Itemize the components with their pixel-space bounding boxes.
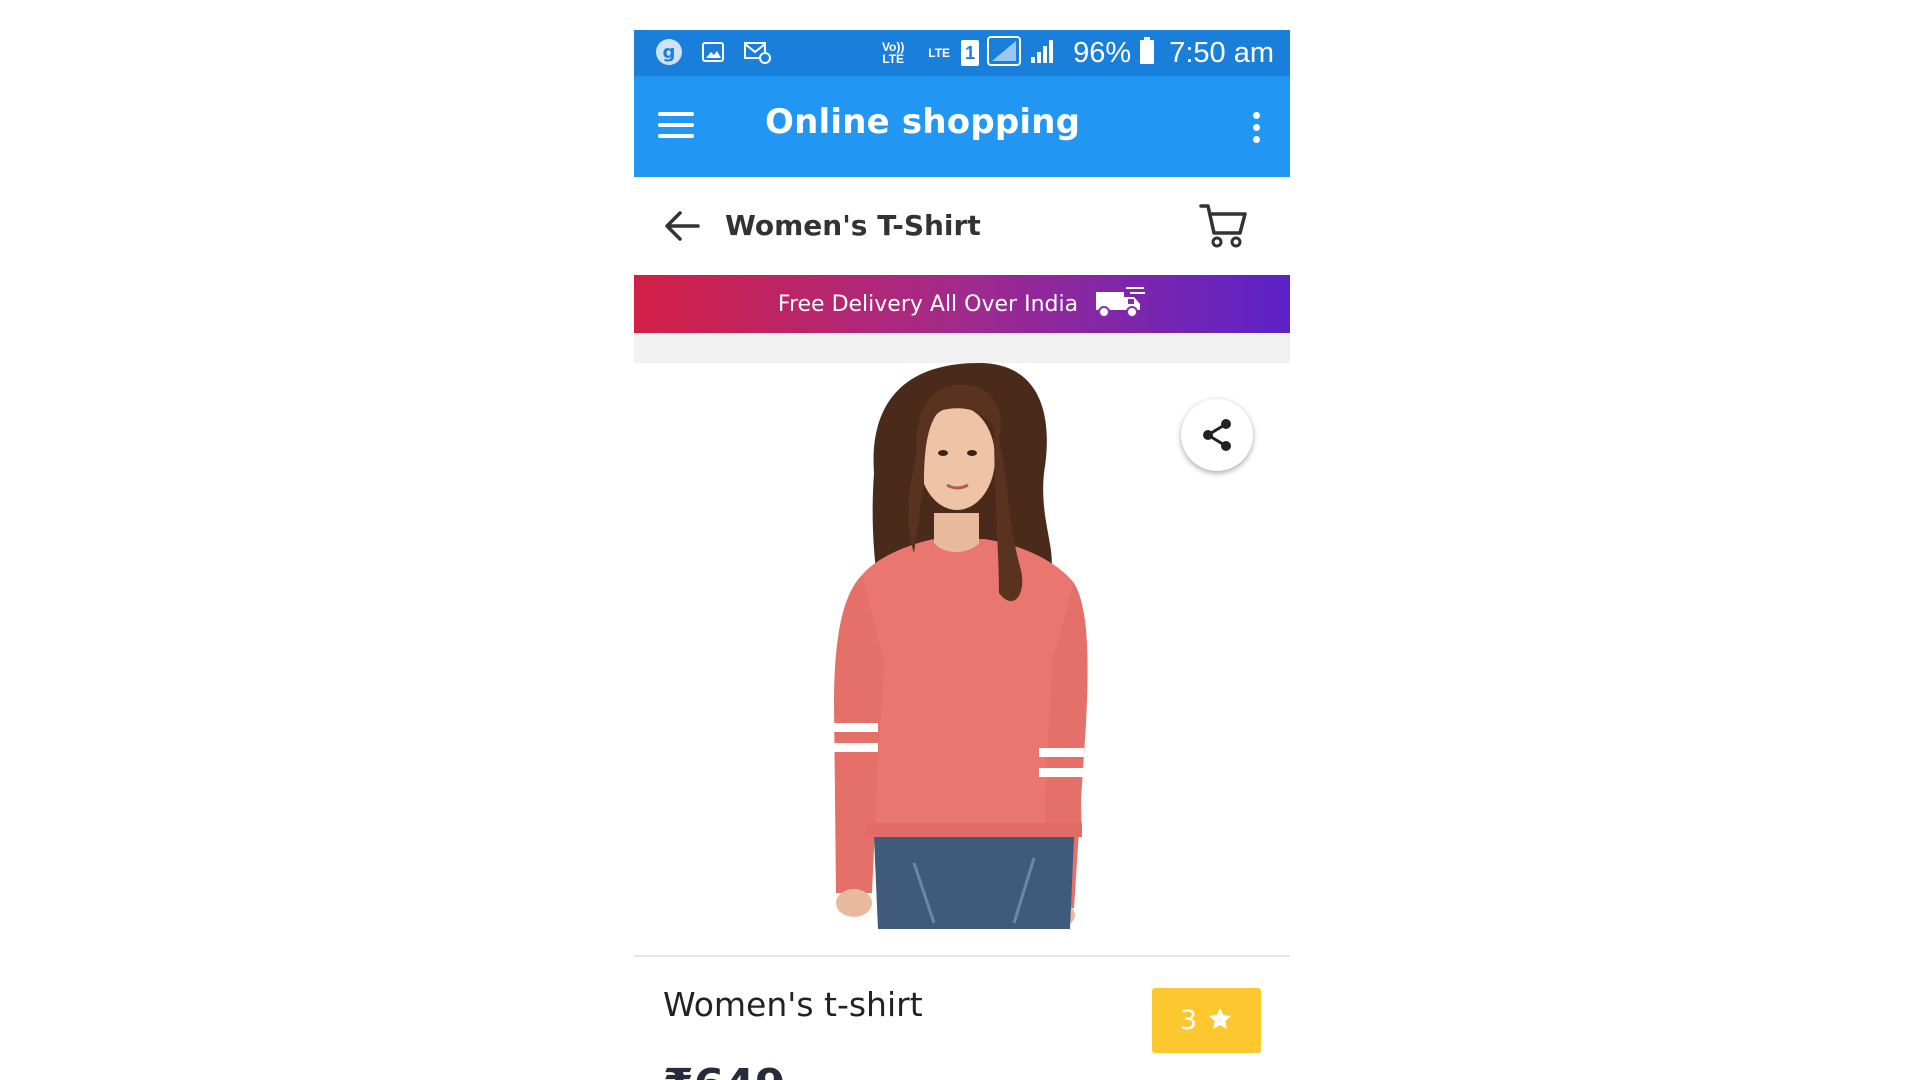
share-icon <box>1203 419 1231 451</box>
app-title: Online shopping <box>765 102 1081 142</box>
email-icon <box>742 37 772 67</box>
svg-text:g: g <box>663 42 676 63</box>
rating-badge: 3 <box>1152 988 1261 1053</box>
more-options-icon[interactable] <box>1246 108 1266 148</box>
product-price: ₹649 <box>663 1060 785 1080</box>
battery-percent: 96% <box>1073 36 1132 69</box>
app-bar: Online shopping <box>634 76 1290 177</box>
signal-icon <box>987 36 1022 70</box>
rating-value: 3 <box>1179 1005 1198 1036</box>
divider <box>634 955 1290 957</box>
sim-icon: 1 <box>961 40 980 66</box>
g-app-icon: g <box>654 37 684 67</box>
star-icon <box>1207 1006 1233 1036</box>
page-header: Women's T-Shirt <box>634 177 1290 275</box>
delivery-truck-icon <box>1088 284 1146 324</box>
sim-slot-label: 1 <box>965 43 976 63</box>
signal-bars-icon <box>1029 37 1055 69</box>
volte-icon: Vo)) LTE <box>881 40 905 66</box>
battery-icon <box>1139 37 1155 69</box>
banner-text: Free Delivery All Over India <box>777 291 1079 317</box>
notification-icons: g <box>654 37 772 67</box>
free-delivery-banner: Free Delivery All Over India <box>634 275 1290 333</box>
back-arrow-icon[interactable] <box>662 207 702 245</box>
product-name: Women's t-shirt <box>663 985 923 1024</box>
page-title: Women's T-Shirt <box>725 209 981 242</box>
lte-icon: LTE <box>928 46 951 60</box>
gallery-icon <box>698 37 728 67</box>
clock: 7:50 am <box>1169 36 1274 69</box>
status-bar: g Vo)) LTE LTE 1 96% 7:50 am <box>634 30 1290 76</box>
phone-screen: g Vo)) LTE LTE 1 96% 7:50 am Online shop… <box>634 30 1290 1080</box>
share-button[interactable] <box>1181 399 1253 471</box>
cart-icon[interactable] <box>1198 201 1250 249</box>
system-icons: Vo)) LTE LTE 1 96% 7:50 am <box>879 30 1274 76</box>
separator-strip <box>634 333 1290 363</box>
menu-icon[interactable] <box>656 108 696 144</box>
